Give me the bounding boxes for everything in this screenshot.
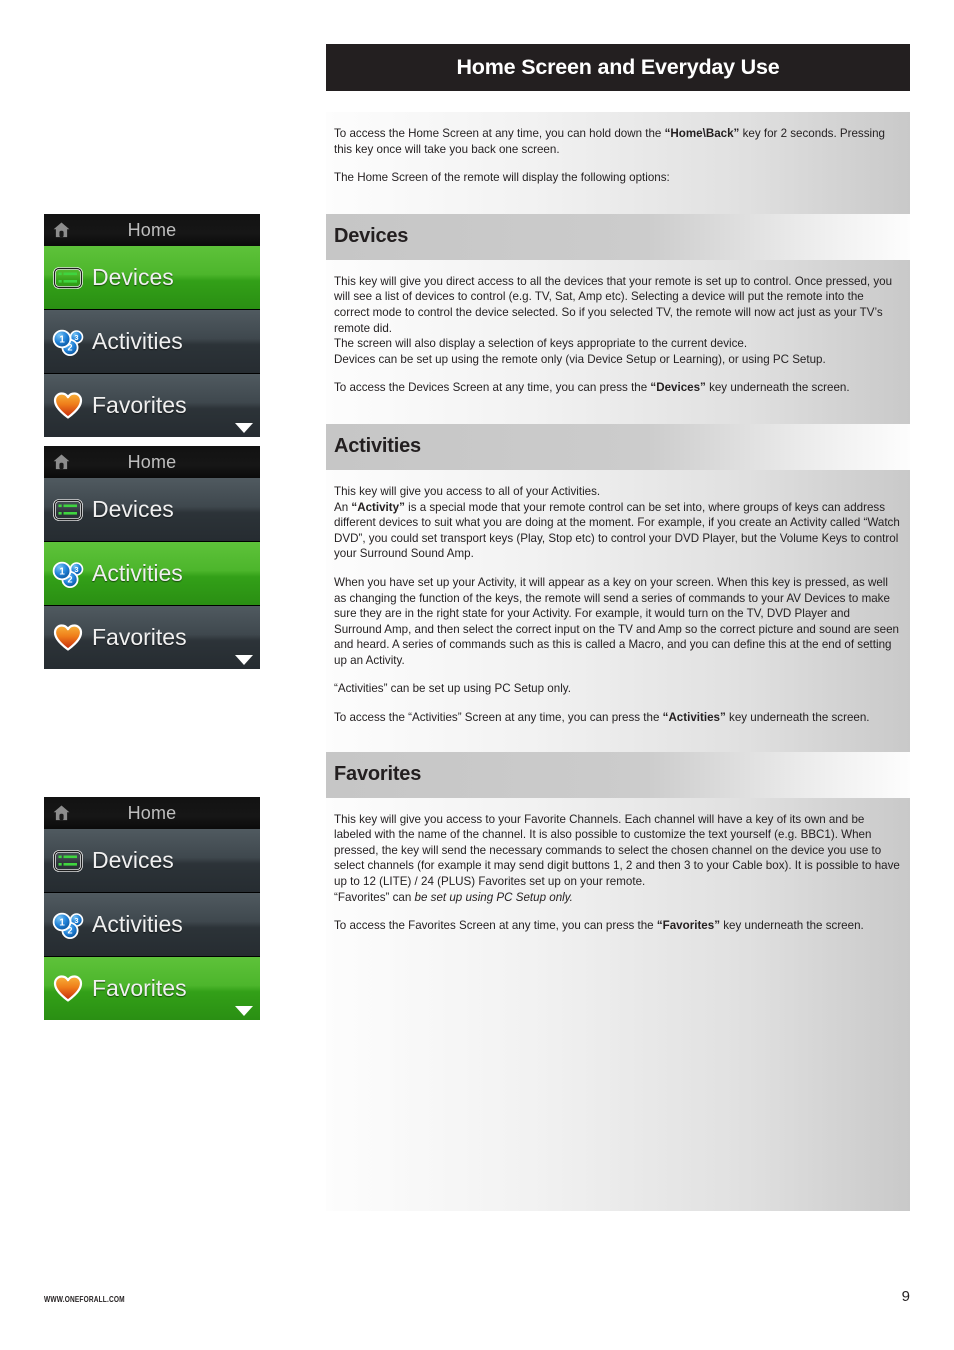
remote-menu-label: Activities xyxy=(92,560,183,586)
devices-text-1: This key will give you direct access to … xyxy=(334,274,893,335)
devices-text-4b: key underneath the screen. xyxy=(705,381,850,395)
spacer xyxy=(326,91,910,112)
remote-menu-item-favorites[interactable]: Favorites xyxy=(44,374,260,437)
page-title-bar: Home Screen and Everyday Use xyxy=(326,44,910,91)
remote-menu-item-devices[interactable]: Devices xyxy=(44,246,260,310)
favorites-text-3a: To access the Favorites Screen at any ti… xyxy=(334,919,657,933)
activities-paragraph-2: When you have set up your Activity, it w… xyxy=(334,575,900,667)
activities-text-2b: is a special mode that your remote contr… xyxy=(334,500,900,561)
section-header-devices: Devices xyxy=(326,213,910,260)
remote-menu-item-activities[interactable]: 3 2 1 Activities xyxy=(44,310,260,374)
remote-menu-label: Devices xyxy=(92,496,174,522)
chevron-down-icon[interactable] xyxy=(235,655,253,665)
remote-titlebar: Home xyxy=(44,214,260,246)
intro-paragraph-2: The Home Screen of the remote will displ… xyxy=(334,171,670,185)
remote-menu-label: Devices xyxy=(92,264,174,290)
section-body-devices: This key will give you direct access to … xyxy=(326,259,910,424)
remote-menu-label: Activities xyxy=(92,911,183,937)
remote-menu-item-activities[interactable]: 3 2 1 Activities xyxy=(44,893,260,957)
activities-icon: 3 2 1 xyxy=(52,329,84,356)
remote-titlebar: Home xyxy=(44,446,260,478)
favorites-paragraph-1: This key will give you access to your Fa… xyxy=(334,812,900,906)
remote-menu-item-devices[interactable]: Devices xyxy=(44,829,260,893)
section-header-favorites: Favorites xyxy=(326,751,910,798)
favorites-text-2a: “Favorites” can xyxy=(334,890,415,904)
chevron-down-icon[interactable] xyxy=(235,423,253,433)
home-screen-favorites-selected: Home Devices 3 2 1 Activities Favorites xyxy=(44,797,260,1020)
remote-menu-item-favorites[interactable]: Favorites xyxy=(44,606,260,669)
activities-paragraph-4: To access the “Activities” Screen at any… xyxy=(334,710,900,726)
footer-page-number: 9 xyxy=(901,1288,910,1305)
favorites-text-1: This key will give you access to your Fa… xyxy=(334,812,900,889)
home-screen-activities-selected: Home Devices 3 2 1 Activities Favorites xyxy=(44,446,260,669)
document-content: Home Screen and Everyday Use To access t… xyxy=(326,44,910,1211)
remote-menu-item-activities[interactable]: 3 2 1 Activities xyxy=(44,542,260,606)
remote-menu-label: Devices xyxy=(92,847,174,873)
content-filler xyxy=(326,955,910,1211)
chevron-down-icon[interactable] xyxy=(235,1006,253,1016)
activities-text-2a: An xyxy=(334,500,352,514)
page-title: Home Screen and Everyday Use xyxy=(456,55,780,79)
activities-paragraph-3: “Activities” can be set up using PC Setu… xyxy=(334,682,571,696)
favorites-key-name: “Favorites” xyxy=(656,919,721,933)
activities-icon: 3 2 1 xyxy=(52,912,84,939)
footer-website: WWW.ONEFORALL.COM xyxy=(44,1295,125,1304)
svg-text:3: 3 xyxy=(74,564,78,573)
svg-text:1: 1 xyxy=(59,334,65,345)
devices-icon xyxy=(53,266,83,289)
remote-titlebar-label: Home xyxy=(127,802,177,823)
section-title: Favorites xyxy=(334,763,422,786)
activities-paragraph-1: This key will give you access to all of … xyxy=(334,484,900,562)
section-body-favorites: This key will give you access to your Fa… xyxy=(326,797,910,956)
activity-term: “Activity” xyxy=(351,500,405,514)
devices-text-3: Devices can be set up using the remote o… xyxy=(334,352,826,366)
remote-titlebar-label: Home xyxy=(127,451,177,472)
activities-icon: 3 2 1 xyxy=(52,561,84,588)
activities-text-1: This key will give you access to all of … xyxy=(334,484,601,498)
activities-key-name: “Activities” xyxy=(662,711,726,725)
favorites-heart-icon xyxy=(53,974,83,1002)
remote-titlebar-label: Home xyxy=(127,219,177,240)
home-back-key-name: “Home\Back” xyxy=(664,127,740,140)
favorites-heart-icon xyxy=(53,391,83,419)
remote-titlebar: Home xyxy=(44,797,260,829)
activities-text-5b: key underneath the screen. xyxy=(725,711,870,725)
devices-paragraph-2: To access the Devices Screen at any time… xyxy=(334,380,900,396)
remote-menu-item-devices[interactable]: Devices xyxy=(44,478,260,542)
remote-menu-label: Activities xyxy=(92,328,183,354)
section-header-activities: Activities xyxy=(326,423,910,470)
favorites-paragraph-2: To access the Favorites Screen at any ti… xyxy=(334,918,900,934)
svg-text:3: 3 xyxy=(74,332,78,341)
intro-text-a: To access the Home Screen at any time, y… xyxy=(334,127,665,140)
intro-paragraph-1: To access the Home Screen at any time, y… xyxy=(334,126,900,157)
svg-text:1: 1 xyxy=(59,917,65,928)
section-body-activities: This key will give you access to all of … xyxy=(326,469,910,752)
devices-text-4a: To access the Devices Screen at any time… xyxy=(334,381,651,395)
devices-icon xyxy=(53,849,83,872)
home-icon xyxy=(53,805,70,821)
devices-key-name: “Devices” xyxy=(650,381,706,395)
remote-menu-label: Favorites xyxy=(92,975,187,1001)
devices-text-2: The screen will also display a selection… xyxy=(334,337,748,351)
favorites-text-2-italic: be set up using PC Setup only. xyxy=(414,890,573,904)
remote-menu-label: Favorites xyxy=(92,624,187,650)
home-screen-devices-selected: Home Devices 3 2 1 Activities Favorites xyxy=(44,214,260,437)
page-footer: WWW.ONEFORALL.COM 9 xyxy=(44,1288,910,1315)
home-icon xyxy=(53,222,70,238)
devices-paragraph-1: This key will give you direct access to … xyxy=(334,274,900,368)
remote-menu-item-favorites[interactable]: Favorites xyxy=(44,957,260,1020)
section-title: Devices xyxy=(334,225,409,248)
devices-icon xyxy=(53,498,83,521)
remote-menu-label: Favorites xyxy=(92,392,187,418)
favorites-heart-icon xyxy=(53,623,83,651)
section-title: Activities xyxy=(334,435,421,458)
svg-text:1: 1 xyxy=(59,566,65,577)
intro-block: To access the Home Screen at any time, y… xyxy=(326,112,910,214)
svg-text:3: 3 xyxy=(74,915,78,924)
home-icon xyxy=(53,454,70,470)
favorites-text-3b: key underneath the screen. xyxy=(720,919,864,933)
activities-text-5a: To access the “Activities” Screen at any… xyxy=(334,711,663,725)
